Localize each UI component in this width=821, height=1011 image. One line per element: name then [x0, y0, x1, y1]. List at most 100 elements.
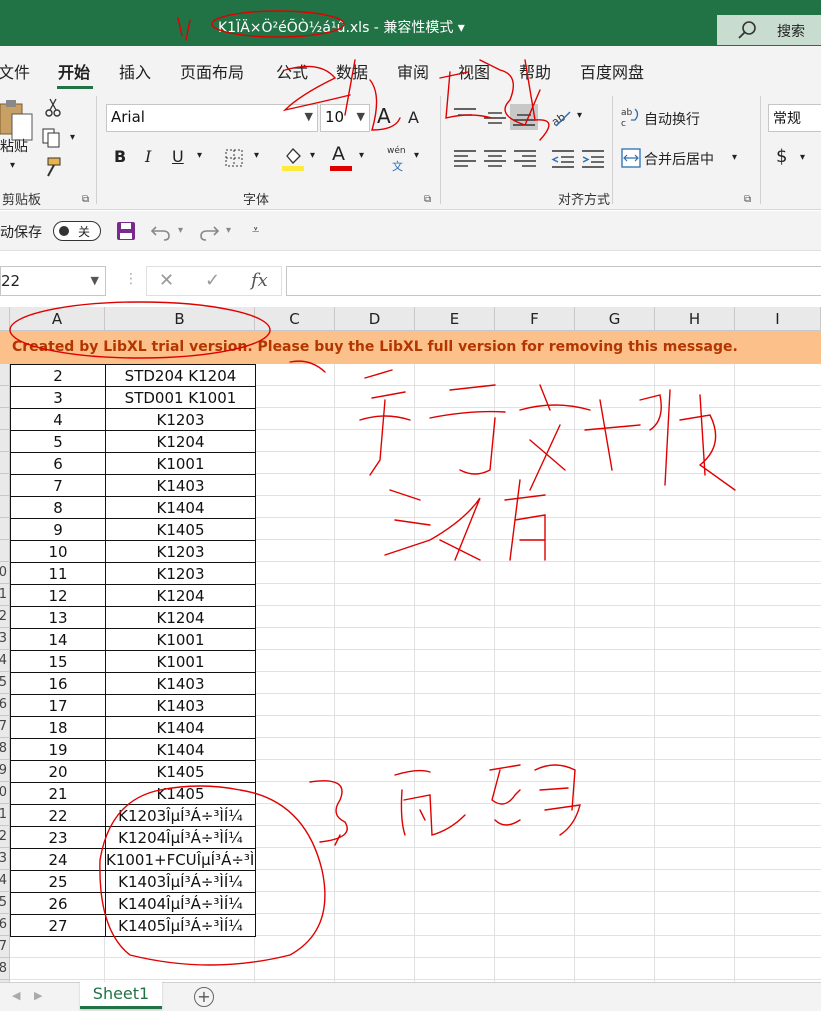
borders-dropdown-icon[interactable]: ▾	[254, 150, 259, 161]
column-header-e[interactable]: E	[415, 307, 495, 331]
font-launcher-icon[interactable]: ⧉	[424, 194, 431, 205]
redo-dropdown-icon[interactable]: ▾	[226, 225, 231, 236]
fill-dropdown-icon[interactable]: ▾	[310, 150, 315, 161]
cell-b[interactable]: K1204	[105, 606, 256, 629]
align-top-icon[interactable]	[452, 106, 478, 128]
cell-b[interactable]: K1001	[105, 650, 256, 673]
fill-color-icon[interactable]	[282, 146, 304, 172]
sheet-tab-sheet1[interactable]: Sheet1	[80, 982, 162, 1009]
name-box[interactable]: 22 ▼	[0, 266, 106, 296]
cell-b[interactable]: K1404	[105, 496, 256, 519]
insert-function-icon[interactable]: fx	[251, 270, 268, 291]
cell-b[interactable]: K1204ÎµÍ³Á÷³ÌÍ¼	[105, 826, 256, 849]
cell-b[interactable]: K1204	[105, 430, 256, 453]
copy-icon[interactable]	[42, 128, 64, 148]
cell-b[interactable]: K1403	[105, 694, 256, 717]
increase-indent-icon[interactable]	[580, 148, 606, 170]
merge-center-icon[interactable]	[621, 148, 641, 168]
font-color-button[interactable]: A	[332, 143, 345, 165]
cell-a[interactable]: 8	[10, 496, 106, 519]
tab-file[interactable]: 文件	[0, 59, 30, 83]
phonetic-top-text[interactable]: wén	[387, 146, 406, 156]
search-box[interactable]: 搜索	[717, 15, 821, 45]
decrease-font-button[interactable]: A	[408, 108, 419, 127]
customize-qat-icon[interactable]: ⩡	[252, 223, 259, 238]
paste-label[interactable]: 粘贴	[0, 136, 28, 156]
number-format-select[interactable]: 常规	[768, 104, 821, 132]
column-header-b[interactable]: B	[105, 307, 255, 331]
row-header[interactable]: 5	[0, 672, 10, 694]
row-header[interactable]: 2	[0, 826, 10, 848]
row-header[interactable]: 4	[0, 870, 10, 892]
align-middle-icon[interactable]	[482, 106, 508, 128]
tab-insert[interactable]: 插入	[119, 59, 151, 83]
row-header[interactable]: 7	[0, 936, 10, 958]
cell-b[interactable]: K1404ÎµÍ³Á÷³ÌÍ¼	[105, 892, 256, 915]
row-header[interactable]: 2	[0, 606, 10, 628]
cell-a[interactable]: 11	[10, 562, 106, 585]
cell-a[interactable]: 23	[10, 826, 106, 849]
cell-a[interactable]: 9	[10, 518, 106, 541]
cell-b[interactable]: K1404	[105, 738, 256, 761]
tab-help[interactable]: 帮助	[519, 59, 551, 83]
tab-review[interactable]: 审阅	[397, 59, 429, 83]
cell-a[interactable]: 20	[10, 760, 106, 783]
cell-a[interactable]: 15	[10, 650, 106, 673]
borders-icon[interactable]	[224, 148, 246, 168]
cell-a[interactable]: 6	[10, 452, 106, 475]
cell-b[interactable]: K1405	[105, 782, 256, 805]
column-header-f[interactable]: F	[495, 307, 575, 331]
row-header[interactable]: 7	[0, 716, 10, 738]
currency-dropdown-icon[interactable]: ▾	[800, 152, 805, 163]
cell-b[interactable]: K1001	[105, 628, 256, 651]
cell-b[interactable]: K1405	[105, 760, 256, 783]
cell-a[interactable]: 16	[10, 672, 106, 695]
cell-b[interactable]: K1203	[105, 408, 256, 431]
cell-a[interactable]: 27	[10, 914, 106, 937]
cell-b[interactable]: K1203ÎµÍ³Á÷³ÌÍ¼	[105, 804, 256, 827]
alignment-launcher-icon[interactable]: ⧉	[744, 194, 751, 205]
autosave-toggle[interactable]: 关	[53, 221, 101, 241]
row-header[interactable]	[0, 452, 10, 474]
cell-b[interactable]: K1403ÎµÍ³Á÷³ÌÍ¼	[105, 870, 256, 893]
row-header[interactable]: 6	[0, 914, 10, 936]
row-header[interactable]: 6	[0, 694, 10, 716]
cell-a[interactable]: 21	[10, 782, 106, 805]
align-center-icon[interactable]	[482, 148, 508, 170]
row-header[interactable]	[0, 518, 10, 540]
cell-a[interactable]: 13	[10, 606, 106, 629]
cell-b[interactable]: K1405ÎµÍ³Á÷³ÌÍ¼	[105, 914, 256, 937]
tab-formulas[interactable]: 公式	[276, 59, 308, 83]
redo-icon[interactable]	[198, 221, 220, 241]
wrap-text-button[interactable]: 自动换行	[644, 109, 700, 129]
cell-a[interactable]: 19	[10, 738, 106, 761]
row-header[interactable]: 1	[0, 584, 10, 606]
row-header[interactable]: 4	[0, 650, 10, 672]
row-header[interactable]: 8	[0, 738, 10, 760]
row-header[interactable]	[0, 364, 10, 386]
paste-dropdown-icon[interactable]: ▾	[10, 160, 15, 171]
merge-dropdown-icon[interactable]: ▾	[732, 152, 737, 163]
tab-view[interactable]: 视图	[458, 59, 490, 83]
column-header-c[interactable]: C	[255, 307, 335, 331]
clipboard-launcher-icon[interactable]: ⧉	[82, 194, 89, 205]
font-name-select[interactable]: Arial ▼	[106, 104, 318, 132]
cell-b[interactable]: K1001+FCUÎµÍ³Á÷³ÌÍ¼	[105, 848, 256, 871]
align-left-icon[interactable]	[452, 148, 478, 170]
cell-a[interactable]: 22	[10, 804, 106, 827]
cell-a[interactable]: 5	[10, 430, 106, 453]
copy-dropdown-icon[interactable]: ▾	[70, 132, 75, 143]
row-header[interactable]: 0	[0, 782, 10, 804]
enter-icon[interactable]: ✓	[205, 270, 220, 291]
save-icon[interactable]	[116, 221, 136, 241]
cell-a[interactable]: 14	[10, 628, 106, 651]
wrap-text-icon[interactable]: ab c	[621, 106, 641, 128]
row-header[interactable]	[0, 540, 10, 562]
row-header[interactable]	[0, 386, 10, 408]
row-header[interactable]: 9	[0, 760, 10, 782]
italic-button[interactable]: I	[145, 147, 151, 166]
cut-icon[interactable]	[44, 98, 62, 118]
phonetic-dropdown-icon[interactable]: ▾	[414, 150, 419, 161]
column-header-a[interactable]: A	[10, 307, 105, 331]
row-header[interactable]: 0	[0, 562, 10, 584]
